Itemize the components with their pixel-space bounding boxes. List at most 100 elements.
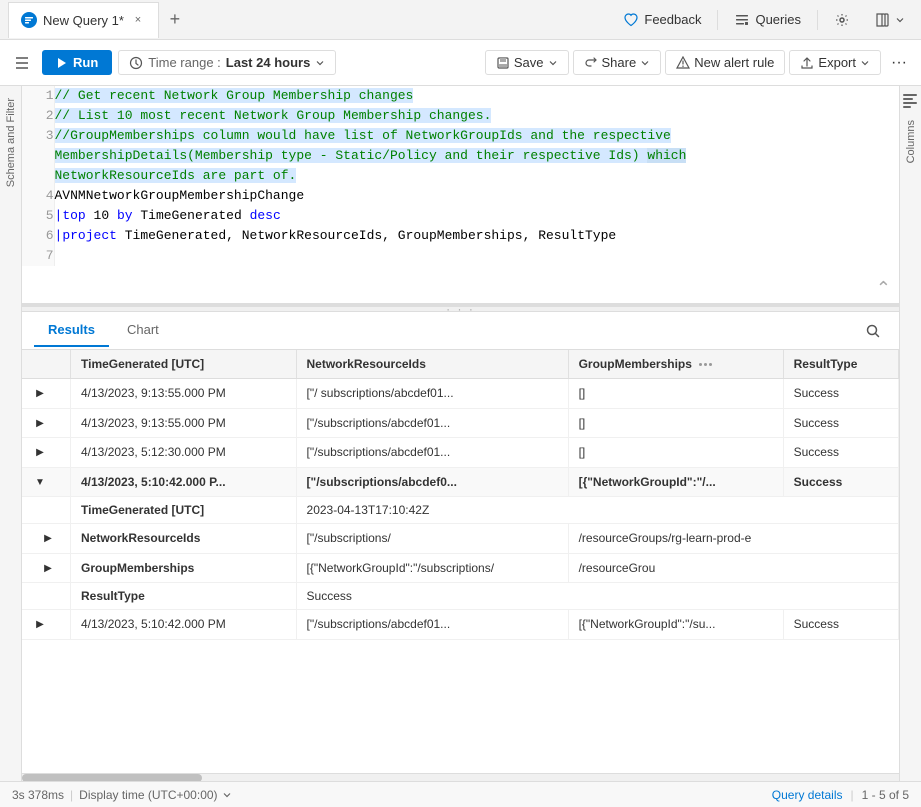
sidebar-toggle-button[interactable] (8, 49, 36, 77)
code-editor[interactable]: 1 // Get recent Network Group Membership… (22, 86, 899, 306)
paging: 1 - 5 of 5 (862, 788, 909, 802)
line-code-3b[interactable]: MembershipDetails(Membership type - Stat… (54, 146, 899, 166)
line-code-6[interactable]: |project TimeGenerated, NetworkResourceI… (54, 226, 899, 246)
col-group-header[interactable]: GroupMemberships (568, 350, 783, 379)
code-line-4: 4 AVNMNetworkGroupMembershipChange (22, 186, 899, 206)
display-time-label: Display time (UTC+00:00) (79, 788, 217, 802)
export-button[interactable]: Export (789, 50, 881, 75)
new-alert-button[interactable]: New alert rule (665, 50, 785, 75)
collapse-editor-button[interactable]: ⌃ (876, 278, 891, 299)
code-table: 1 // Get recent Network Group Membership… (22, 86, 899, 266)
divider-2 (817, 10, 818, 30)
cell-time-5: 4/13/2023, 5:10:42.000 PM (71, 610, 297, 640)
table-row: ▶ 4/13/2023, 9:13:55.000 PM ["/subscript… (22, 408, 899, 438)
line-code-3c[interactable]: NetworkResourceIds are part of. (54, 166, 899, 186)
display-time[interactable]: Display time (UTC+00:00) (79, 788, 231, 802)
line-code-1[interactable]: // Get recent Network Group Membership c… (54, 86, 899, 106)
col-network-header[interactable]: NetworkResourceIds (296, 350, 568, 379)
col-result-header[interactable]: ResultType (783, 350, 898, 379)
play-icon (56, 57, 68, 69)
row-expand-4[interactable]: ▼ (22, 467, 71, 497)
line-number-3b (22, 146, 54, 166)
detail-expand-network[interactable]: ▶ (22, 524, 71, 554)
detail-value-time: 2023-04-13T17:10:42Z (296, 497, 898, 524)
code-line-7: 7 (22, 246, 899, 266)
detail-label-group: GroupMemberships (71, 553, 297, 583)
detail-expand-group[interactable]: ▶ (22, 553, 71, 583)
line-number-1: 1 (22, 86, 54, 106)
display-time-chevron (222, 790, 232, 800)
share-button[interactable]: Share (573, 50, 662, 75)
dropdown-chevron-icon (895, 15, 905, 25)
row-expand-3[interactable]: ▶ (22, 438, 71, 468)
queries-button[interactable]: Queries (726, 8, 809, 32)
detail-label-result: ResultType (71, 583, 297, 610)
line-code-7[interactable] (54, 246, 899, 266)
sidebar-toggle-icon (14, 55, 30, 71)
query-details-link[interactable]: Query details (772, 788, 843, 802)
code-line-1: 1 // Get recent Network Group Membership… (22, 86, 899, 106)
detail-value-network2: /resourceGroups/rg-learn-prod-e (568, 524, 898, 554)
cell-result-4: Success (783, 467, 898, 497)
scrollbar-thumb[interactable] (22, 774, 202, 781)
columns-icon (903, 94, 919, 108)
save-button[interactable]: Save (485, 50, 569, 75)
detail-label-network: NetworkResourceIds (71, 524, 297, 554)
code-line-2: 2 // List 10 most recent Network Group M… (22, 106, 899, 126)
query-tab[interactable]: New Query 1* × (8, 2, 159, 38)
tab-chart[interactable]: Chart (113, 314, 173, 347)
share-label: Share (602, 55, 637, 70)
line-code-5[interactable]: |top 10 by TimeGenerated desc (54, 206, 899, 226)
time-range-prefix: Time range : (148, 55, 221, 70)
line-number-7: 7 (22, 246, 54, 266)
line-code-3a[interactable]: //GroupMemberships column would have lis… (54, 126, 899, 146)
col-dots (699, 363, 712, 366)
book-button[interactable] (866, 8, 913, 32)
time-range-button[interactable]: Time range : Last 24 hours (118, 50, 336, 75)
export-chevron-icon (860, 58, 870, 68)
tab-bar: New Query 1* × + Feedback Queries (0, 0, 921, 40)
table-row: ▶ 4/13/2023, 5:10:42.000 PM ["/subscript… (22, 610, 899, 640)
left-sidebar[interactable]: Schema and Filter (0, 86, 22, 781)
line-number-3: 3 (22, 126, 54, 146)
tab-results[interactable]: Results (34, 314, 109, 347)
tab-close-button[interactable]: × (130, 12, 146, 28)
results-tabs: Results Chart (22, 312, 899, 350)
row-expand-5[interactable]: ▶ (22, 610, 71, 640)
cell-result-3: Success (783, 438, 898, 468)
detail-value-group: [{"NetworkGroupId":"/subscriptions/ (296, 553, 568, 583)
row-expand-2[interactable]: ▶ (22, 408, 71, 438)
save-label: Save (514, 55, 544, 70)
columns-label[interactable]: Columns (901, 108, 921, 175)
new-alert-label: New alert rule (694, 55, 774, 70)
cell-group-2: [] (568, 408, 783, 438)
new-tab-button[interactable]: + (161, 6, 189, 34)
col-time-header[interactable]: TimeGenerated [UTC] (71, 350, 297, 379)
run-button[interactable]: Run (42, 50, 112, 75)
columns-panel[interactable]: Columns (899, 86, 921, 781)
tab-title: New Query 1* (43, 13, 124, 28)
toolbar: Run Time range : Last 24 hours Save (0, 40, 921, 86)
export-icon (800, 56, 814, 70)
book-icon (874, 12, 890, 28)
detail-row-time: TimeGenerated [UTC] 2023-04-13T17:10:42Z (22, 497, 899, 524)
row-expand-1[interactable]: ▶ (22, 379, 71, 409)
more-button[interactable]: ··· (885, 49, 913, 77)
data-grid[interactable]: TimeGenerated [UTC] NetworkResourceIds G… (22, 350, 899, 773)
feedback-button[interactable]: Feedback (615, 8, 709, 32)
export-label: Export (818, 55, 856, 70)
horizontal-scrollbar[interactable] (22, 773, 899, 781)
results-search-button[interactable] (859, 317, 887, 345)
line-code-2[interactable]: // List 10 most recent Network Group Mem… (54, 106, 899, 126)
cell-network-3: ["/subscriptions/abcdef01... (296, 438, 568, 468)
table-row: ▶ 4/13/2023, 5:12:30.000 PM ["/subscript… (22, 438, 899, 468)
settings-button[interactable] (826, 8, 858, 32)
detail-expand-result (22, 583, 71, 610)
save-chevron-icon (548, 58, 558, 68)
line-code-4[interactable]: AVNMNetworkGroupMembershipChange (54, 186, 899, 206)
schema-filter-label[interactable]: Schema and Filter (1, 86, 21, 199)
search-icon (865, 323, 881, 339)
time-range-value: Last 24 hours (226, 55, 311, 70)
code-line-5: 5 |top 10 by TimeGenerated desc (22, 206, 899, 226)
queries-label: Queries (755, 12, 801, 27)
